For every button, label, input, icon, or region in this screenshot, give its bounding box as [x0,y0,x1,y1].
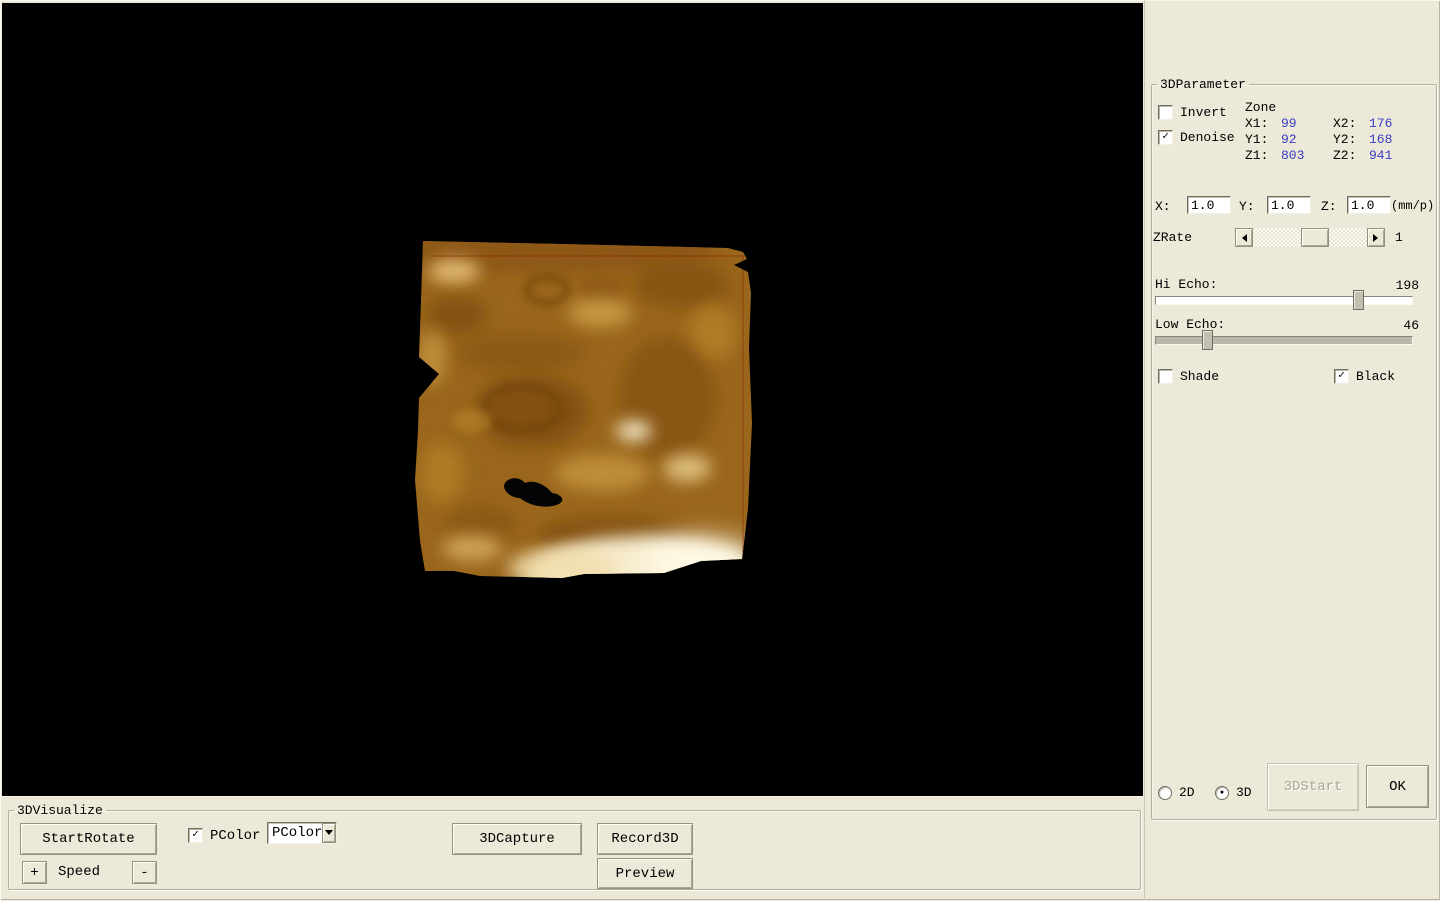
black-checkbox-row: ✓ Black [1334,369,1395,384]
radio-dot-icon: ● [1220,790,1224,797]
y-scale-input[interactable] [1267,196,1311,214]
dropdown-button[interactable] [322,823,336,843]
zone-y2-label: Y2: [1333,133,1369,147]
black-label: Black [1356,370,1395,384]
speed-plus-button[interactable]: + [22,861,47,884]
x-scale-input[interactable] [1187,196,1231,214]
3dstart-button[interactable]: 3DStart [1267,763,1359,811]
zone-z2-value: 941 [1369,149,1417,163]
zrate-track[interactable] [1253,228,1367,247]
pcolor-dropdown-value: PColor [268,823,322,843]
preview-button[interactable]: Preview [597,858,693,889]
check-icon: ✓ [1162,132,1169,143]
low-echo-label: Low Echo: [1155,318,1225,332]
denoise-checkbox[interactable]: ✓ [1158,130,1173,145]
mode-2d-radio-row: 2D [1158,786,1195,800]
invert-label: Invert [1180,106,1227,120]
zrate-value: 1 [1395,231,1403,245]
shade-checkbox-row: Shade [1158,369,1219,384]
start-rotate-button[interactable]: StartRotate [20,823,157,855]
render-viewport[interactable] [2,3,1143,796]
hi-echo-slider[interactable] [1155,296,1413,305]
hi-echo-label: Hi Echo: [1155,278,1217,292]
ultrasound-volume-render [2,3,1143,796]
record3d-button[interactable]: Record3D [597,823,693,855]
black-checkbox[interactable]: ✓ [1334,369,1349,384]
zone-z1-value: 803 [1281,149,1333,163]
ok-button[interactable]: OK [1366,765,1429,808]
zone-x1-label: X1: [1245,117,1281,131]
mode-3d-radio-row: ● 3D [1215,786,1252,800]
z-scale-label: Z: [1321,200,1337,214]
low-echo-thumb[interactable] [1202,330,1213,350]
zone-y1-value: 92 [1281,133,1333,147]
pcolor-checkbox[interactable]: ✓ [188,828,203,843]
check-icon: ✓ [192,830,199,841]
shade-checkbox[interactable] [1158,369,1173,384]
pcolor-dropdown[interactable]: PColor [267,822,337,844]
zone-x1-value: 99 [1281,117,1333,131]
zone-y1-label: Y1: [1245,133,1281,147]
groupbox-title: 3DVisualize [14,804,106,817]
parameter-panel: 3DParameter Invert ✓ Denoise Zone X1: 99… [1144,0,1440,900]
pcolor-checkbox-row: ✓ PColor [188,828,260,843]
speed-minus-button[interactable]: - [132,861,157,884]
invert-checkbox[interactable] [1158,105,1173,120]
3dcapture-button[interactable]: 3DCapture [452,823,582,855]
zone-x2-label: X2: [1333,117,1369,131]
speed-label: Speed [58,865,100,879]
z-scale-input[interactable] [1347,196,1391,214]
invert-checkbox-row: Invert [1158,105,1227,120]
3dparameter-groupbox: 3DParameter [1151,78,1437,820]
zone-y2-value: 168 [1369,133,1417,147]
zrate-scrollbar [1235,228,1385,247]
hi-echo-thumb[interactable] [1353,290,1364,310]
zrate-right-arrow-button[interactable] [1367,228,1385,247]
zone-x2-value: 176 [1369,117,1417,131]
pcolor-label: PColor [210,829,260,843]
zone-label: Zone [1245,101,1276,115]
zrate-label: ZRate [1153,231,1192,245]
3d-radio-label: 3D [1236,786,1252,800]
denoise-label: Denoise [1180,131,1235,145]
visualize-panel: 3DVisualize StartRotate + Speed - ✓ PCol… [0,796,1144,901]
zone-z2-label: Z2: [1333,149,1369,163]
zone-z1-label: Z1: [1245,149,1281,163]
shade-label: Shade [1180,370,1219,384]
low-echo-value: 46 [1373,318,1419,333]
groupbox-title: 3DParameter [1157,78,1249,91]
arrow-left-icon [1238,234,1247,242]
2d-radio-label: 2D [1179,786,1195,800]
hi-echo-value: 198 [1373,278,1419,293]
scale-unit-label: (mm/p) [1391,199,1434,213]
denoise-checkbox-row: ✓ Denoise [1158,130,1235,145]
app-window: 3DParameter Invert ✓ Denoise Zone X1: 99… [0,0,1440,900]
arrow-right-icon [1373,234,1382,242]
zrate-left-arrow-button[interactable] [1235,228,1253,247]
check-icon: ✓ [1338,371,1345,382]
low-echo-slider[interactable] [1155,336,1413,345]
2d-radio[interactable] [1158,786,1172,800]
zrate-thumb[interactable] [1301,228,1329,247]
chevron-down-icon [325,830,333,839]
zone-grid: X1: 99 X2: 176 Y1: 92 Y2: 168 Z1: 803 Z2… [1245,116,1417,164]
3d-radio[interactable]: ● [1215,786,1229,800]
y-scale-label: Y: [1239,200,1255,214]
x-scale-label: X: [1155,200,1171,214]
